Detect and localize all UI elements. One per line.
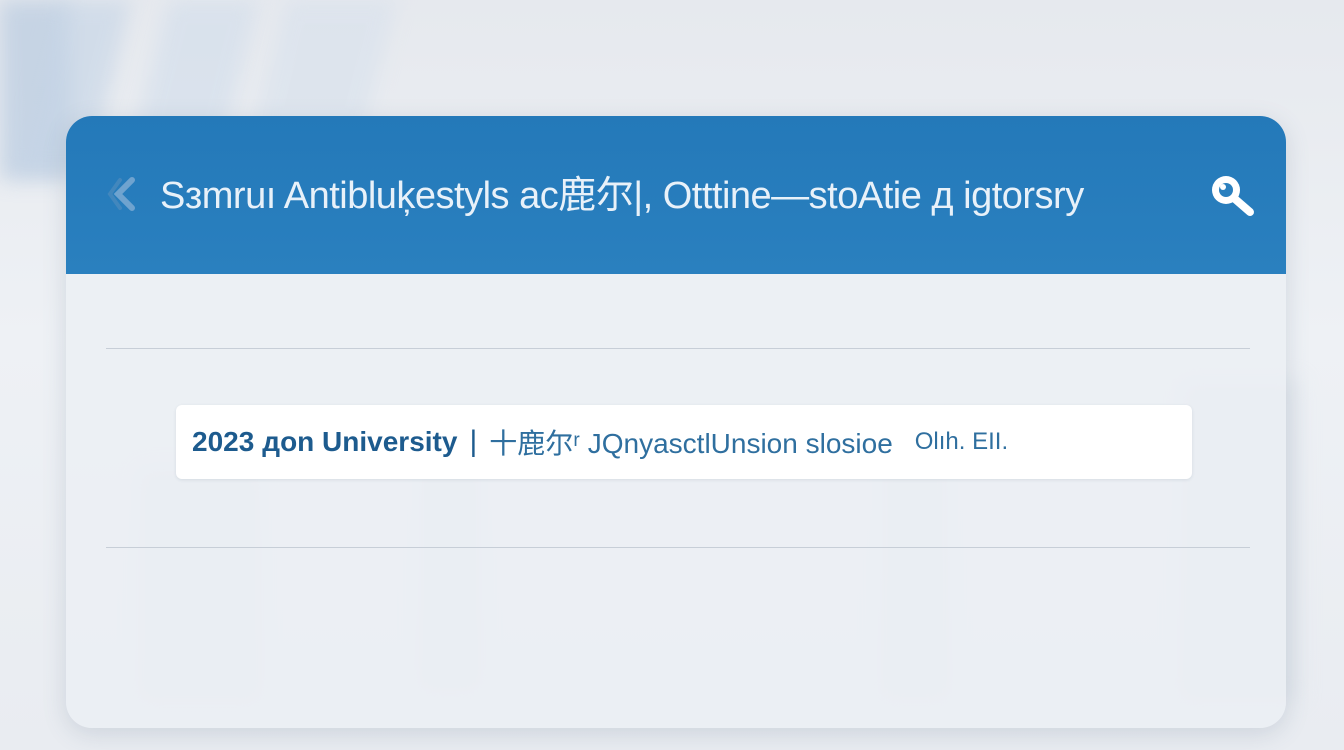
search-result-item[interactable]: 2023 дon University | 十鹿尔ʳ JQnyasctlUnsi… [176, 405, 1192, 479]
result-year: 2023 [192, 426, 255, 457]
search-icon [1212, 176, 1254, 216]
page-title: Sзmruı Antibluķestyls ac鹿尔|, Otttine—sto… [160, 175, 1084, 217]
back-icon[interactable] [106, 174, 142, 214]
back-icon-glyph [107, 177, 135, 211]
result-organization: дon University [262, 426, 458, 457]
header-bar: Sзmruı Antibluķestyls ac鹿尔|, Otttine—sto… [66, 116, 1286, 274]
result-tail: Olıh. EII. [914, 428, 1009, 455]
background-shape [253, 0, 397, 130]
result-description: 十鹿尔ʳ JQnyasctlUnsion slosioe [489, 428, 893, 459]
result-separator: | [469, 425, 478, 458]
divider [106, 348, 1250, 349]
search-panel: Sзmruı Antibluķestyls ac鹿尔|, Otttine—sto… [66, 116, 1286, 728]
divider [106, 547, 1250, 548]
search-button[interactable] [1206, 170, 1260, 218]
